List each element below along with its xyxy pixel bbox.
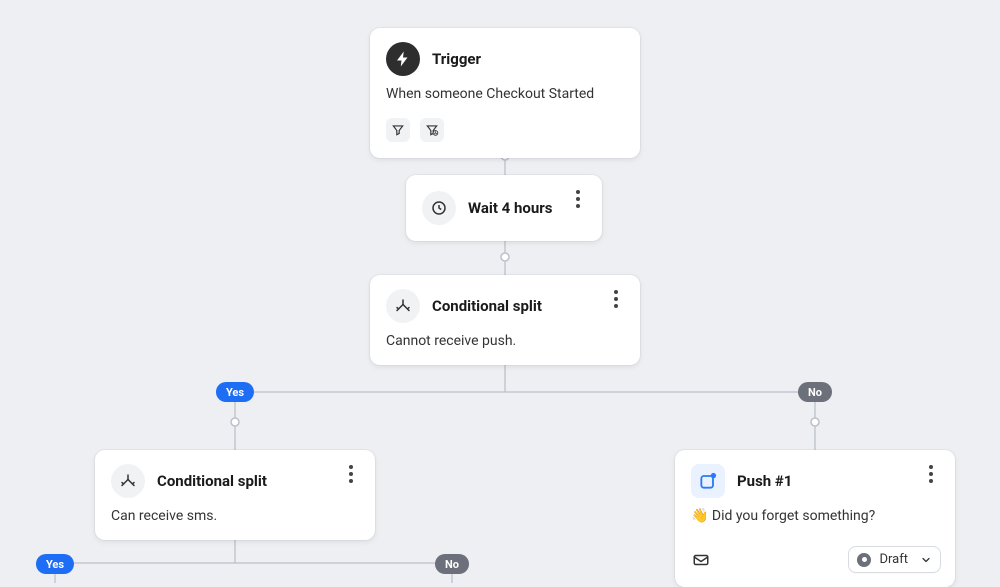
- clock-icon: [422, 191, 456, 225]
- filter-icon: [386, 118, 410, 142]
- push-node[interactable]: Push #1 👋 Did you forget something? Draf…: [675, 450, 955, 587]
- trigger-subtitle: When someone Checkout Started: [370, 76, 640, 118]
- push-icon: [691, 464, 725, 498]
- branch-label-yes: Yes: [216, 382, 254, 402]
- profile-filter-icon: [420, 118, 444, 142]
- trigger-icon: [386, 42, 420, 76]
- split-icon: [386, 289, 420, 323]
- more-button[interactable]: [604, 287, 628, 311]
- conditional-title: Conditional split: [157, 472, 267, 490]
- branch-label-yes: Yes: [36, 554, 74, 574]
- push-subtitle: 👋 Did you forget something?: [675, 498, 955, 540]
- more-button[interactable]: [919, 462, 943, 486]
- trigger-title: Trigger: [432, 50, 481, 68]
- more-button[interactable]: [566, 187, 590, 211]
- status-select[interactable]: Draft: [848, 546, 941, 573]
- wait-node[interactable]: Wait 4 hours: [406, 175, 602, 241]
- more-button[interactable]: [339, 462, 363, 486]
- wait-title: Wait 4 hours: [468, 199, 553, 217]
- conditional-subtitle: Can receive sms.: [95, 498, 375, 540]
- branch-label-no: No: [435, 554, 469, 574]
- conditional-subtitle: Cannot receive push.: [370, 323, 640, 365]
- push-title: Push #1: [737, 472, 792, 490]
- conditional-split-node[interactable]: Conditional split Can receive sms.: [95, 450, 375, 540]
- branch-label-no: No: [798, 382, 832, 402]
- envelope-icon: [689, 548, 713, 572]
- status-label: Draft: [879, 552, 908, 567]
- status-dot-icon: [857, 553, 871, 567]
- split-icon: [111, 464, 145, 498]
- conditional-split-node[interactable]: Conditional split Cannot receive push.: [370, 275, 640, 365]
- trigger-node[interactable]: Trigger When someone Checkout Started: [370, 28, 640, 158]
- chevron-down-icon: [920, 554, 932, 566]
- conditional-title: Conditional split: [432, 297, 542, 315]
